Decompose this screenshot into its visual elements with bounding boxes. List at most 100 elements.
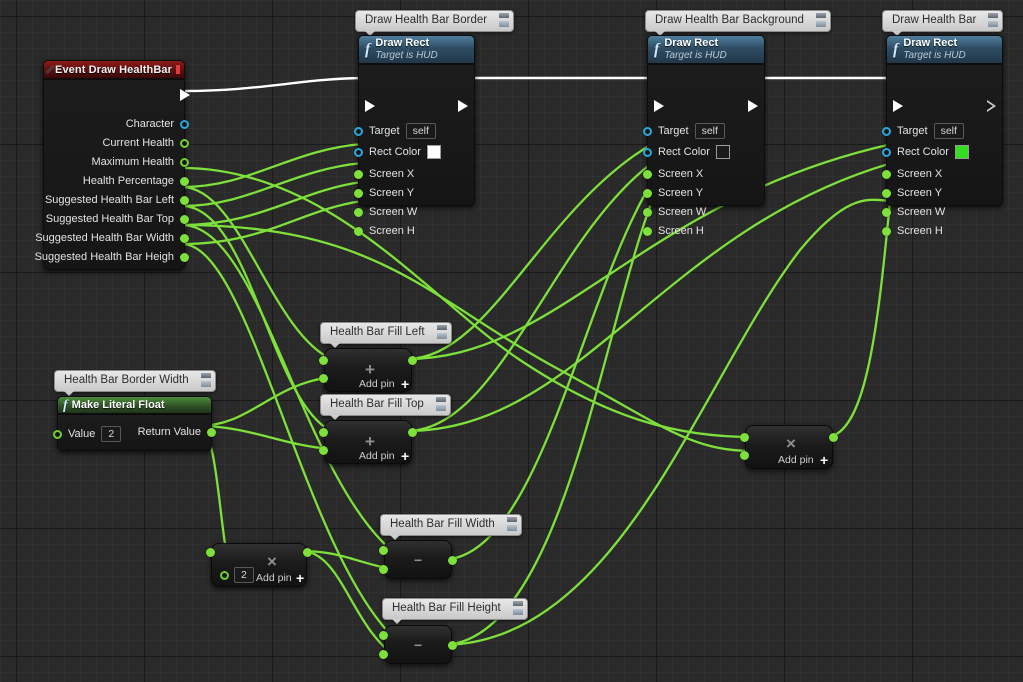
screen-w-pin[interactable]: Screen W	[354, 206, 417, 218]
return-value-pin[interactable]: Return Value	[138, 426, 216, 438]
float-pin-icon[interactable]	[882, 226, 891, 236]
struct-pin-icon[interactable]	[643, 147, 652, 157]
subtract-output[interactable]	[448, 641, 457, 650]
float-pin-icon[interactable]	[379, 650, 388, 659]
node-multiply-border-width[interactable]: × Add pin + 2	[206, 543, 312, 587]
float-pin-icon[interactable]	[354, 169, 363, 179]
rect-color-swatch[interactable]	[426, 145, 441, 159]
comment-bubble-icons[interactable]	[981, 13, 999, 29]
multiply-output[interactable]	[829, 433, 838, 442]
comment-bubble-icons[interactable]	[809, 13, 827, 29]
add-output[interactable]	[408, 356, 417, 365]
pin-maximum-health[interactable]: Maximum Health	[91, 156, 189, 168]
target-value[interactable]: self	[405, 123, 436, 139]
pin-current-health[interactable]: Current Health	[102, 137, 189, 149]
draw-rect-background-header[interactable]: f Draw Rect Target is HUD	[647, 35, 765, 64]
object-pin-icon[interactable]	[882, 126, 891, 136]
float-ref-pin-icon[interactable]	[180, 138, 189, 148]
float-pin-icon[interactable]	[180, 195, 189, 205]
comment-draw-health-bar[interactable]: Draw Health Bar	[882, 10, 1004, 36]
rect-color-pin[interactable]: Rect Color	[643, 145, 730, 159]
float-pin-icon[interactable]	[408, 428, 417, 437]
float-pin-icon[interactable]	[643, 226, 652, 236]
comment-bubble-icons[interactable]	[194, 373, 212, 389]
rect-color-pin[interactable]: Rect Color	[882, 145, 969, 159]
screen-x-pin[interactable]: Screen X	[354, 168, 414, 180]
target-pin[interactable]: Target self	[354, 123, 436, 139]
float-pin-icon[interactable]	[206, 548, 215, 557]
comment-health-bar-border-width[interactable]: Health Bar Border Width	[54, 370, 216, 396]
subtract-output[interactable]	[448, 556, 457, 565]
float-pin-icon[interactable]	[354, 188, 363, 198]
target-pin[interactable]: Target self	[643, 123, 725, 139]
exec-out-pin-unconnected[interactable]	[987, 100, 996, 113]
rect-color-swatch[interactable]	[954, 145, 969, 159]
pin-suggested-health-bar-top[interactable]: Suggested Health Bar Top	[46, 213, 189, 225]
screen-h-pin[interactable]: Screen H	[882, 225, 943, 237]
object-pin-icon[interactable]	[643, 126, 652, 136]
node-draw-rect-border[interactable]: f Draw Rect Target is HUD Target self Re…	[354, 35, 475, 237]
value-field[interactable]: 2	[101, 426, 122, 442]
float-pin-icon[interactable]	[180, 233, 189, 243]
float-pin-icon[interactable]	[882, 169, 891, 179]
multiply-input-a[interactable]	[206, 548, 215, 557]
screen-x-pin[interactable]: Screen X	[643, 168, 703, 180]
subtract-input-b[interactable]	[379, 650, 388, 659]
pin-health-percentage[interactable]: Health Percentage	[83, 175, 189, 187]
rect-color-swatch[interactable]	[715, 145, 730, 159]
float-pin-icon[interactable]	[643, 169, 652, 179]
multiply-literal-field[interactable]: 2	[234, 567, 254, 583]
subtract-input-b[interactable]	[379, 565, 388, 574]
screen-h-pin[interactable]: Screen H	[354, 225, 415, 237]
make-literal-float-header[interactable]: f Make Literal Float	[57, 396, 212, 414]
float-pin-icon[interactable]	[829, 433, 838, 442]
value-input-pin[interactable]: Value 2	[53, 426, 122, 442]
add-pin-label[interactable]: Add pin	[359, 450, 395, 462]
exec-out-pin[interactable]	[458, 100, 468, 112]
add-input-b[interactable]	[319, 374, 328, 383]
node-multiply-percent-width[interactable]: × Add pin +	[740, 425, 838, 469]
float-pin-icon[interactable]	[379, 631, 388, 640]
comment-bubble-icons[interactable]	[506, 601, 524, 617]
node-make-literal-float[interactable]: f Make Literal Float Value 2 Return Valu…	[53, 396, 216, 451]
pin-character[interactable]: Character	[126, 118, 189, 130]
comment-health-bar-fill-width[interactable]: Health Bar Fill Width	[380, 514, 522, 540]
comment-draw-health-bar-background[interactable]: Draw Health Bar Background	[645, 10, 831, 36]
float-pin-icon[interactable]	[408, 356, 417, 365]
screen-y-pin[interactable]: Screen Y	[354, 187, 414, 199]
add-pin-button[interactable]: +	[296, 571, 304, 585]
float-pin-icon[interactable]	[448, 556, 457, 565]
float-pin-icon[interactable]	[448, 641, 457, 650]
node-add-fill-top[interactable]: + Add pin +	[319, 420, 417, 464]
float-pin-icon[interactable]	[319, 428, 328, 437]
float-ref-pin-icon[interactable]	[180, 157, 189, 167]
add-pin-label[interactable]: Add pin	[256, 572, 292, 584]
float-pin-icon[interactable]	[180, 252, 189, 262]
object-pin-icon[interactable]	[180, 119, 189, 129]
screen-w-pin[interactable]: Screen W	[882, 206, 945, 218]
comment-health-bar-fill-height[interactable]: Health Bar Fill Height	[382, 598, 528, 624]
blueprint-graph-canvas[interactable]: Event Draw HealthBar Character Current H…	[0, 0, 1023, 682]
add-input-b[interactable]	[319, 446, 328, 455]
exec-in-pin[interactable]	[654, 100, 664, 112]
exec-in-pin[interactable]	[365, 100, 375, 112]
struct-pin-icon[interactable]	[354, 147, 363, 157]
exec-in-pin[interactable]	[893, 100, 903, 112]
subtract-input-a[interactable]	[379, 546, 388, 555]
draw-rect-healthbar-header[interactable]: f Draw Rect Target is HUD	[886, 35, 1003, 64]
float-pin-icon[interactable]	[319, 374, 328, 383]
add-pin-button[interactable]: +	[820, 453, 828, 467]
multiply-output[interactable]	[303, 548, 312, 557]
event-exec-out-pin[interactable]	[180, 89, 190, 101]
struct-pin-icon[interactable]	[882, 147, 891, 157]
float-pin-icon[interactable]	[354, 207, 363, 217]
float-pin-icon[interactable]	[180, 214, 189, 224]
target-value[interactable]: self	[933, 123, 964, 139]
node-event-draw-healthbar[interactable]: Event Draw HealthBar Character Current H…	[35, 60, 190, 270]
multiply-input-a[interactable]	[740, 433, 749, 442]
comment-bubble-icons[interactable]	[429, 397, 447, 413]
float-pin-icon[interactable]	[53, 429, 62, 439]
pin-suggested-health-bar-height[interactable]: Suggested Health Bar Heigh	[35, 251, 189, 263]
add-pin-button[interactable]: +	[401, 449, 409, 463]
comment-health-bar-fill-top[interactable]: Health Bar Fill Top	[320, 394, 451, 420]
